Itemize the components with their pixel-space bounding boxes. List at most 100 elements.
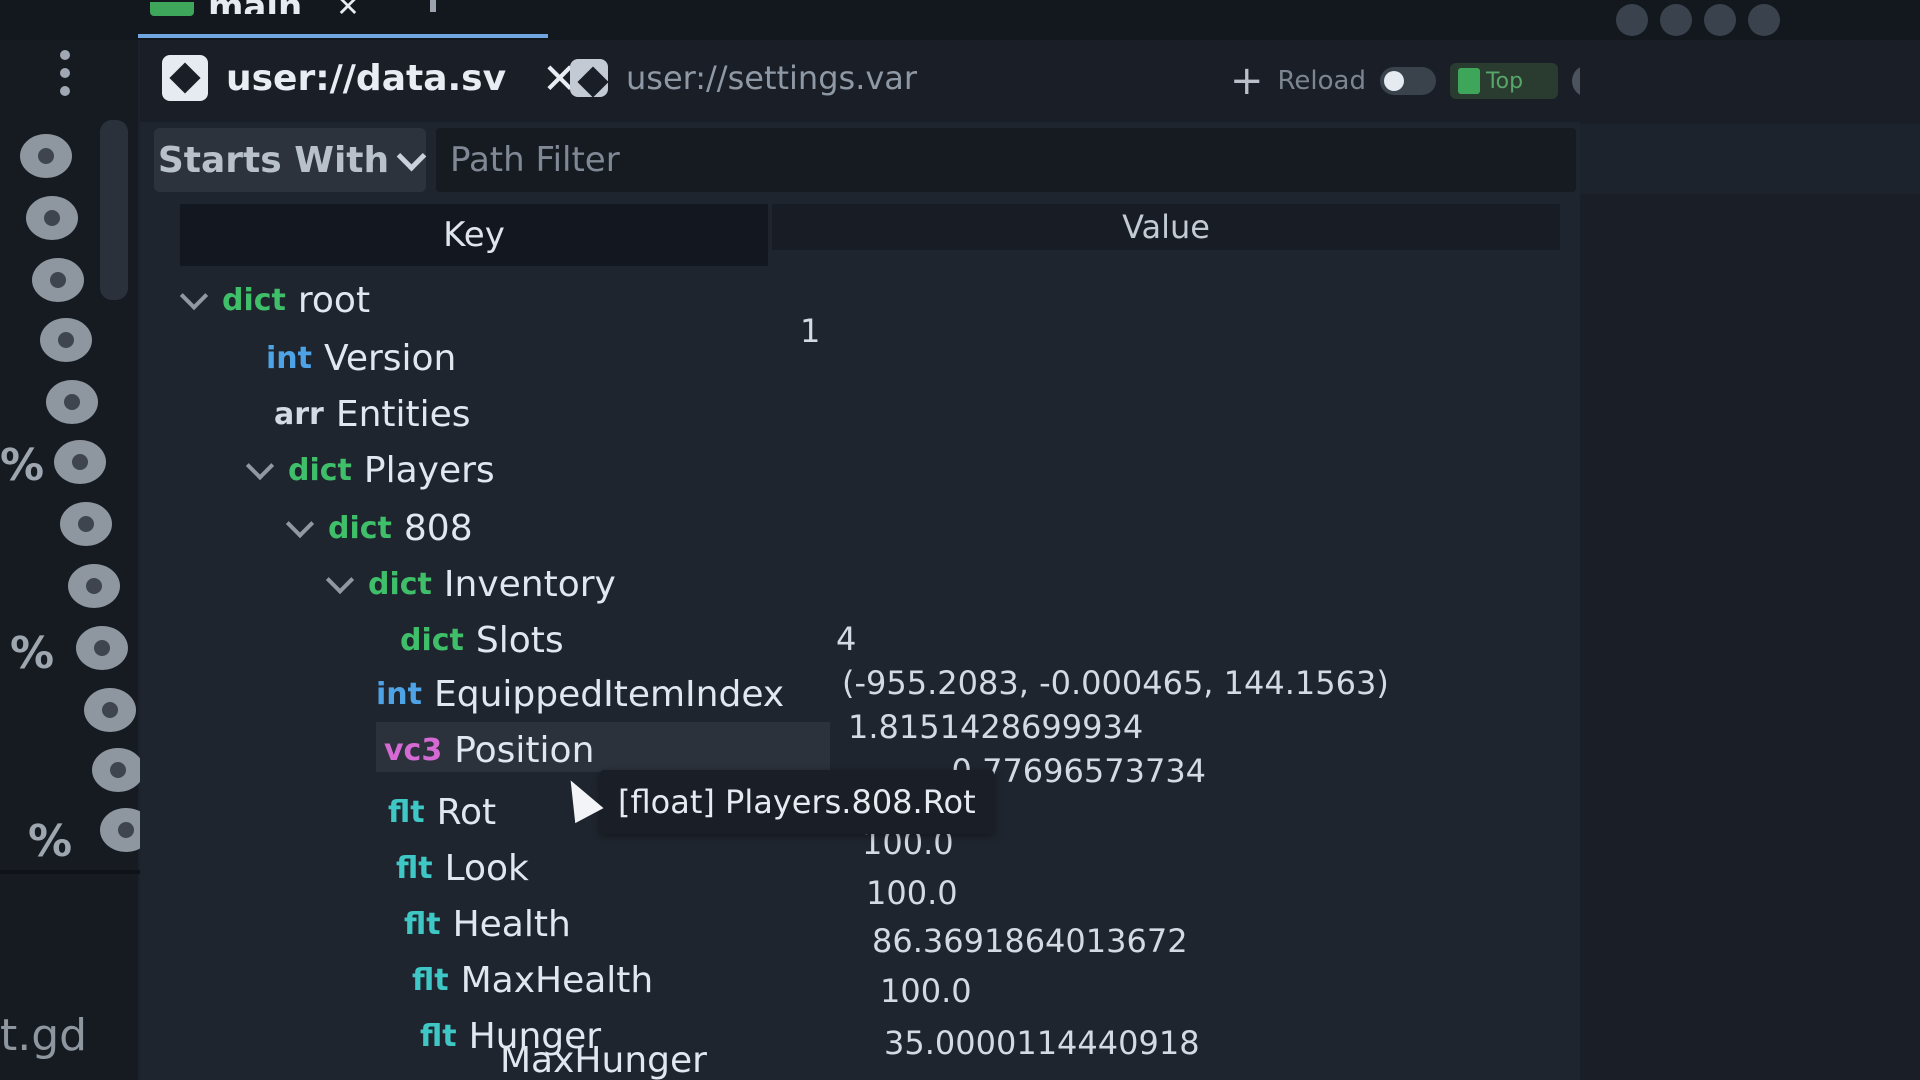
path-filter-input[interactable]: [436, 128, 1576, 192]
row-key: Players: [363, 449, 495, 491]
value-column-header[interactable]: Value: [772, 204, 1560, 250]
visibility-eye-icon[interactable]: [20, 134, 72, 178]
key-column-header[interactable]: Key: [180, 204, 768, 266]
visibility-eye-icon[interactable]: [40, 318, 92, 362]
row-value[interactable]: 35.0000114440918: [884, 1024, 1200, 1062]
path-tooltip: [float] Players.808.Rot: [600, 770, 994, 834]
visibility-eye-icon[interactable]: [32, 258, 84, 302]
circle-icon[interactable]: [1704, 4, 1736, 36]
tree-row-position[interactable]: vc3 Position: [384, 724, 594, 776]
array-type-icon: arr: [274, 396, 324, 432]
vector3-type-icon: vc3: [384, 732, 443, 768]
tree-row-root[interactable]: dict root: [179, 274, 371, 326]
row-value[interactable]: (-955.2083, -0.000465, 144.1563): [842, 664, 1389, 702]
table-header: Key Value: [180, 204, 1560, 266]
circle-icon[interactable]: [1748, 4, 1780, 36]
chevron-down-icon[interactable]: [179, 281, 209, 311]
row-key: 808: [403, 507, 473, 549]
row-key: Look: [444, 847, 529, 889]
row-key: Slots: [475, 619, 564, 661]
scene-icon: [150, 2, 194, 16]
script-file-label[interactable]: t.gd: [0, 1010, 87, 1061]
add-tab-icon[interactable]: [430, 0, 436, 12]
tree-row-version[interactable]: int Version: [266, 332, 456, 384]
row-value[interactable]: 100.0: [866, 874, 958, 912]
menu-icon[interactable]: [1660, 4, 1692, 36]
float-type-icon: flt: [396, 850, 433, 886]
chevron-down-icon[interactable]: [285, 509, 315, 539]
row-key: Version: [323, 337, 457, 379]
tree-row-players[interactable]: dict Players: [245, 444, 495, 496]
int-type-icon: int: [266, 340, 312, 376]
left-gutter: [0, 40, 138, 1080]
row-key: MaxHunger: [500, 1040, 707, 1080]
float-type-icon: flt: [420, 1018, 457, 1054]
tab-label: user://settings.var: [626, 59, 918, 97]
visibility-eye-icon[interactable]: [84, 688, 136, 732]
tree-row-look[interactable]: flt Look: [396, 842, 529, 894]
row-key: Rot: [436, 791, 497, 833]
row-value[interactable]: 100.0: [880, 972, 972, 1010]
chevron-down-icon: [396, 141, 427, 171]
tab-settings-var[interactable]: user://settings.var: [570, 48, 917, 108]
dict-type-icon: dict: [222, 282, 286, 318]
reload-toggle[interactable]: [1379, 67, 1436, 95]
row-key: MaxHealth: [460, 959, 654, 1001]
match-mode-dropdown[interactable]: Starts With: [154, 128, 427, 192]
tab-data-sv[interactable]: user://data.sv ✕: [162, 48, 577, 108]
visibility-eye-icon[interactable]: [60, 502, 112, 546]
resource-cube-icon: [162, 55, 208, 101]
percent-icon: %: [28, 816, 73, 867]
gutter-scrollbar[interactable]: [100, 120, 128, 300]
dict-type-icon: dict: [400, 622, 464, 658]
kebab-menu-icon[interactable]: [60, 50, 72, 106]
row-key: Position: [454, 729, 595, 771]
scene-tab-label: main: [208, 0, 302, 14]
row-key: root: [297, 279, 371, 321]
inspector-header: [1580, 124, 1920, 194]
float-type-icon: flt: [412, 962, 449, 998]
row-key: Inventory: [443, 563, 616, 605]
visibility-eye-icon[interactable]: [76, 626, 128, 670]
top-right-icons: [1616, 4, 1780, 36]
visibility-eye-icon[interactable]: [54, 440, 106, 484]
visibility-eye-icon[interactable]: [68, 564, 120, 608]
visibility-eye-icon[interactable]: [46, 380, 98, 424]
reload-label: Reload: [1277, 66, 1366, 96]
scene-tab-main[interactable]: main ✕: [150, 0, 400, 18]
dict-type-icon: dict: [328, 510, 392, 546]
resource-cube-icon: [570, 59, 608, 97]
tree-row-health[interactable]: flt Health: [404, 898, 571, 950]
float-type-icon: flt: [388, 794, 425, 830]
layout-icon[interactable]: [1616, 4, 1648, 36]
tree-row-maxhunger[interactable]: MaxHunger: [500, 1040, 707, 1080]
chevron-down-icon[interactable]: [325, 565, 355, 595]
dict-type-icon: dict: [288, 452, 352, 488]
row-value[interactable]: 4: [836, 620, 856, 658]
visibility-eye-icon[interactable]: [26, 196, 78, 240]
chevron-down-icon[interactable]: [245, 451, 275, 481]
top-button[interactable]: Top: [1449, 63, 1558, 99]
row-key: Entities: [335, 393, 471, 435]
int-type-icon: int: [376, 676, 422, 712]
tree-row-808[interactable]: dict 808: [285, 502, 473, 554]
row-value[interactable]: 86.3691864013672: [872, 922, 1188, 960]
tree-row-equippeditemindex[interactable]: int EquippedItemIndex: [376, 668, 784, 720]
tree-row-slots[interactable]: dict Slots: [400, 614, 564, 666]
dict-type-icon: dict: [368, 566, 432, 602]
add-icon[interactable]: +: [1230, 58, 1264, 104]
active-tab-indicator: [138, 34, 548, 38]
row-value[interactable]: 1.8151428699934: [848, 708, 1143, 746]
filter-row: Starts With: [150, 124, 1580, 194]
match-mode-label: Starts With: [157, 139, 390, 181]
float-type-icon: flt: [404, 906, 441, 942]
tree-row-rot[interactable]: flt Rot: [388, 786, 496, 838]
row-value[interactable]: 1: [800, 312, 820, 350]
tree-row-inventory[interactable]: dict Inventory: [325, 558, 616, 610]
visibility-eye-icon[interactable]: [92, 748, 144, 792]
tree-row-entities[interactable]: arr Entities: [274, 388, 471, 440]
percent-icon: %: [10, 628, 55, 679]
percent-icon: %: [0, 440, 45, 491]
tree-row-maxhealth[interactable]: flt MaxHealth: [412, 954, 653, 1006]
close-icon[interactable]: ✕: [336, 0, 359, 14]
